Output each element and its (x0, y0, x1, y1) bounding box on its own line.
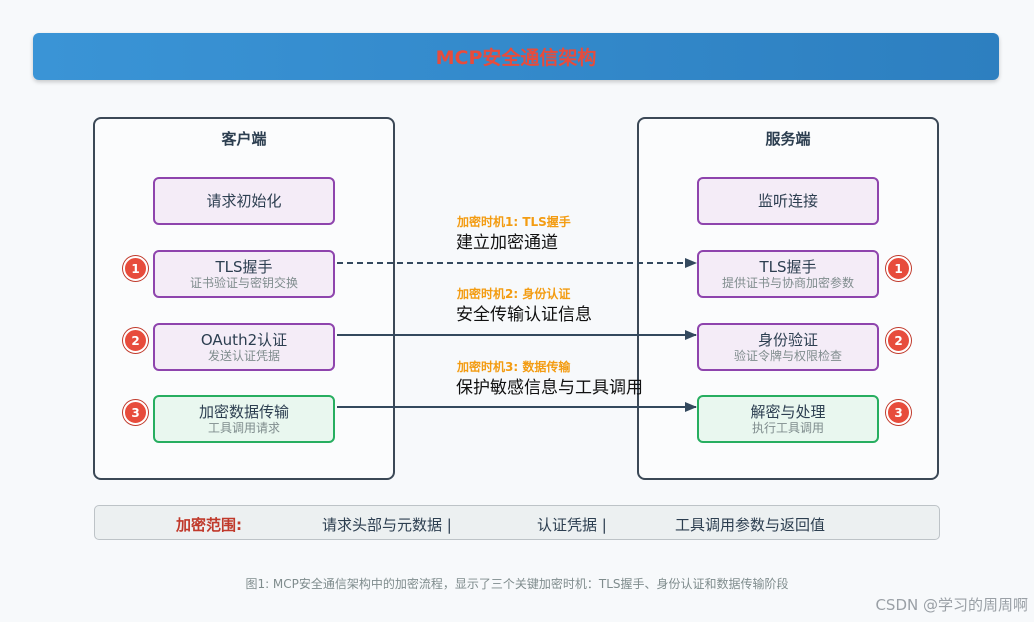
encryption-scope-bar: 加密范围: 请求头部与元数据 | 认证凭据 | 工具调用参数与返回值 (94, 505, 940, 540)
scope-item: 认证凭据 | (537, 516, 607, 534)
scope-item: 请求头部与元数据 | (322, 516, 452, 534)
figure-caption: 图1: MCP安全通信架构中的加密流程，显示了三个关键加密时机：TLS握手、身份… (245, 577, 789, 591)
timing-1-desc: 建立加密通道 (456, 233, 558, 253)
scope-label: 加密范围: (176, 516, 242, 534)
scope-item: 工具调用参数与返回值 (675, 516, 826, 534)
watermark: CSDN @学习的周周啊 (875, 596, 1028, 614)
timing-3-desc: 保护敏感信息与工具调用 (456, 378, 643, 398)
timing-2-desc: 安全传输认证信息 (456, 305, 592, 325)
